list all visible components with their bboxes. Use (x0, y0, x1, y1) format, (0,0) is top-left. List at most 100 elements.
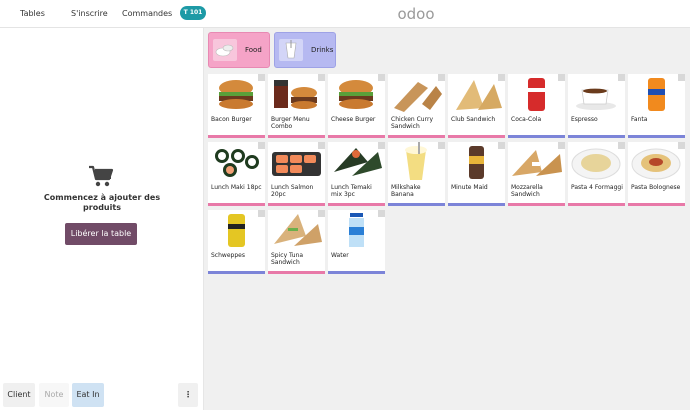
product-name: Lunch Maki 18pc (211, 184, 262, 191)
product-name: Water (331, 252, 349, 259)
category-food[interactable]: Food (208, 32, 270, 68)
category-color-stripe (508, 203, 565, 206)
product-card[interactable]: Club Sandwich (448, 74, 505, 138)
product-card[interactable]: Espresso (568, 74, 625, 138)
product-info-icon[interactable] (558, 74, 565, 81)
product-info-icon[interactable] (498, 74, 505, 81)
product-info-icon[interactable] (258, 142, 265, 149)
product-image (388, 142, 445, 182)
product-card[interactable]: Pasta Bolognese (628, 142, 685, 206)
product-card[interactable]: Coca-Cola (508, 74, 565, 138)
category-color-stripe (448, 203, 505, 206)
table-badge[interactable]: T 101 (180, 6, 206, 20)
product-image (388, 74, 445, 114)
product-card[interactable]: Cheese Burger (328, 74, 385, 138)
product-name: Espresso (571, 116, 598, 123)
product-name: Bacon Burger (211, 116, 252, 123)
product-image (328, 210, 385, 250)
product-name: Club Sandwich (451, 116, 496, 123)
product-info-icon[interactable] (378, 142, 385, 149)
product-card[interactable]: Lunch Salmon 20pc (268, 142, 325, 206)
product-image (448, 74, 505, 114)
nav-orders[interactable]: Commandes (122, 9, 172, 18)
product-card[interactable]: Fanta (628, 74, 685, 138)
product-card[interactable]: Spicy Tuna Sandwich (268, 210, 325, 274)
product-info-icon[interactable] (378, 210, 385, 217)
product-info-icon[interactable] (678, 142, 685, 149)
product-info-icon[interactable] (438, 74, 445, 81)
category-color-stripe (328, 135, 385, 138)
product-card[interactable]: Chicken Curry Sandwich (388, 74, 445, 138)
product-card[interactable]: Bacon Burger (208, 74, 265, 138)
product-image (268, 210, 325, 250)
product-info-icon[interactable] (678, 74, 685, 81)
product-name: Mozzarella Sandwich (511, 184, 543, 198)
free-table-button[interactable]: Libérer la table (65, 223, 137, 245)
product-card[interactable]: Minute Maid (448, 142, 505, 206)
category-color-stripe (568, 135, 625, 138)
category-drinks[interactable]: Drinks (274, 32, 336, 68)
category-color-stripe (568, 203, 625, 206)
category-color-stripe (208, 203, 265, 206)
product-card[interactable]: Burger Menu Combo (268, 74, 325, 138)
product-card[interactable]: Lunch Temaki mix 3pc (328, 142, 385, 206)
product-card[interactable]: Water (328, 210, 385, 274)
product-info-icon[interactable] (378, 74, 385, 81)
category-color-stripe (208, 271, 265, 274)
product-info-icon[interactable] (318, 142, 325, 149)
product-name: Chicken Curry Sandwich (391, 116, 433, 130)
product-card[interactable]: Pasta 4 Formaggi (568, 142, 625, 206)
product-name: Fanta (631, 116, 648, 123)
category-color-stripe (508, 135, 565, 138)
drinks-category-icon (279, 39, 303, 61)
product-panel: Food Drinks Bacon Burger Burger Menu Comb… (204, 28, 690, 410)
more-options-button[interactable]: ⋮ (178, 383, 198, 407)
product-name: Pasta Bolognese (631, 184, 681, 191)
product-name: Coca-Cola (511, 116, 542, 123)
order-panel: Commencez à ajouter des produits Libérer… (0, 28, 204, 410)
product-card[interactable]: Lunch Maki 18pc (208, 142, 265, 206)
product-image (508, 74, 565, 114)
product-card[interactable]: Schweppes (208, 210, 265, 274)
product-info-icon[interactable] (558, 142, 565, 149)
product-info-icon[interactable] (498, 142, 505, 149)
nav-register[interactable]: S'inscrire (71, 9, 108, 18)
product-name: Cheese Burger (331, 116, 376, 123)
logo-text: odoo (397, 5, 434, 23)
food-category-icon (213, 39, 237, 61)
product-image (208, 142, 265, 182)
eat-in-button[interactable]: Eat In (72, 383, 104, 407)
product-image (268, 74, 325, 114)
nav-tables[interactable]: Tables (20, 9, 45, 18)
product-name: Burger Menu Combo (271, 116, 310, 130)
category-color-stripe (388, 135, 445, 138)
category-color-stripe (268, 203, 325, 206)
product-image (328, 142, 385, 182)
product-image (328, 74, 385, 114)
product-card[interactable]: Milkshake Banana (388, 142, 445, 206)
category-color-stripe (388, 203, 445, 206)
category-color-stripe (328, 203, 385, 206)
category-color-stripe (208, 135, 265, 138)
product-image (268, 142, 325, 182)
product-info-icon[interactable] (318, 74, 325, 81)
note-button[interactable]: Note (39, 383, 69, 407)
product-image (448, 142, 505, 182)
product-info-icon[interactable] (618, 142, 625, 149)
client-button[interactable]: Client (3, 383, 35, 407)
product-name: Minute Maid (451, 184, 488, 191)
product-image (208, 210, 265, 250)
product-image (508, 142, 565, 182)
product-image (628, 142, 685, 182)
product-name: Lunch Salmon 20pc (271, 184, 314, 198)
product-info-icon[interactable] (618, 74, 625, 81)
product-image (568, 74, 625, 114)
product-info-icon[interactable] (438, 142, 445, 149)
product-image (208, 74, 265, 114)
product-info-icon[interactable] (318, 210, 325, 217)
product-info-icon[interactable] (258, 74, 265, 81)
product-card[interactable]: Mozzarella Sandwich (508, 142, 565, 206)
empty-cart-message: Commencez à ajouter des produits (43, 193, 161, 212)
product-name: Lunch Temaki mix 3pc (331, 184, 372, 198)
product-info-icon[interactable] (258, 210, 265, 217)
